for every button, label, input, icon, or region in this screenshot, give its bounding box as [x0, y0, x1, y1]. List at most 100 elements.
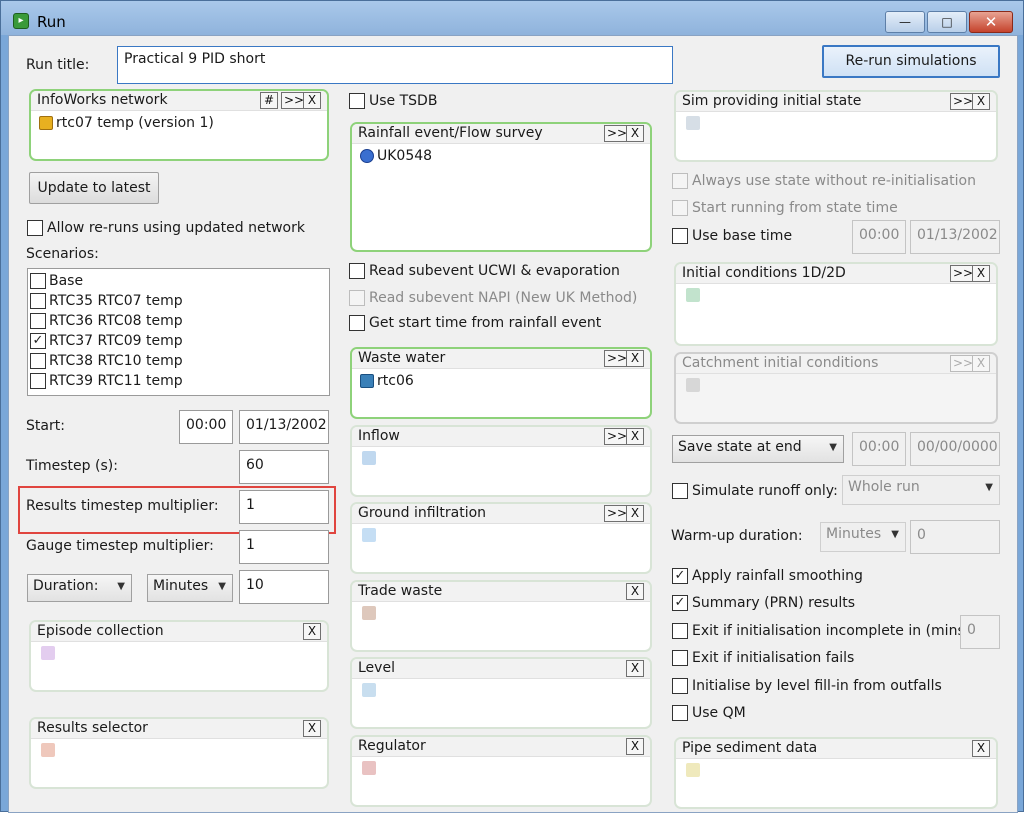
scenario-item[interactable]: RTC36 RTC08 temp [30, 311, 183, 331]
rainfall-remove-button[interactable]: X [626, 125, 644, 142]
warmup-input[interactable]: 0 [910, 520, 1000, 554]
catchment-remove-button[interactable]: X [972, 355, 990, 372]
option-checkbox[interactable]: ✓ [672, 595, 688, 611]
waste-water-item[interactable]: rtc06 [360, 373, 414, 389]
run-icon: ▸ [13, 13, 29, 29]
pipe-sediment-panel: Pipe sediment data X [674, 737, 998, 809]
minimize-button[interactable]: — [885, 11, 925, 33]
start-from-state-checkbox[interactable] [672, 200, 688, 216]
results-selector-title: Results selector [37, 720, 148, 736]
start-time-input[interactable]: 00:00 [179, 410, 233, 444]
gauge-multiplier-label: Gauge timestep multiplier: [26, 538, 214, 554]
chevron-down-icon: ▼ [985, 482, 993, 493]
simulate-runoff-select[interactable]: Whole run ▼ [842, 475, 1000, 505]
results-multiplier-label: Results timestep multiplier: [26, 498, 219, 514]
option-checkbox[interactable] [672, 623, 688, 639]
level-title: Level [358, 660, 395, 676]
results-selector-header: Results selector X [31, 719, 327, 739]
pipe-sediment-title: Pipe sediment data [682, 740, 818, 756]
waste-water-remove-button[interactable]: X [626, 350, 644, 367]
duration-type-value: Duration: [33, 578, 99, 594]
get-start-time-checkbox[interactable] [349, 315, 365, 331]
start-date-input[interactable]: 01/13/2002 [239, 410, 329, 444]
scenario-item[interactable]: RTC39 RTC11 temp [30, 371, 183, 391]
exit-incomplete-input[interactable]: 0 [960, 615, 1000, 649]
rerun-simulations-button[interactable]: Re-run simulations [822, 45, 1000, 78]
use-tsdb-label: Use TSDB [369, 93, 438, 109]
option-checkbox[interactable]: ✓ [672, 568, 688, 584]
network-item-label: rtc07 temp (version 1) [56, 115, 214, 131]
scenario-checkbox[interactable] [30, 293, 46, 309]
scenarios-label: Scenarios: [26, 246, 99, 262]
always-use-state-checkbox[interactable] [672, 173, 688, 189]
ground-infiltration-remove-button[interactable]: X [626, 505, 644, 522]
level-remove-button[interactable]: X [626, 660, 644, 677]
gauge-multiplier-input[interactable]: 1 [239, 530, 329, 564]
warmup-unit-select[interactable]: Minutes ▼ [820, 522, 906, 552]
chevron-down-icon: ▼ [117, 581, 125, 592]
save-state-time-input[interactable]: 00:00 [852, 432, 906, 466]
save-state-select[interactable]: Save state at end ▼ [672, 435, 844, 463]
scenario-item[interactable]: RTC35 RTC07 temp [30, 291, 183, 311]
sim-initial-state-header: Sim providing initial state >> X [676, 92, 996, 112]
level-panel: Level X [350, 657, 652, 729]
scenario-checkbox[interactable]: ✓ [30, 333, 46, 349]
read-napi-checkbox[interactable] [349, 290, 365, 306]
allow-reruns-checkbox[interactable] [27, 220, 43, 236]
results-selector-remove-button[interactable]: X [303, 720, 321, 737]
pipe-sediment-remove-button[interactable]: X [972, 740, 990, 757]
pipe-sediment-header: Pipe sediment data X [676, 739, 996, 759]
scenario-checkbox[interactable] [30, 353, 46, 369]
maximize-button[interactable]: □ [927, 11, 967, 33]
results-selector-panel: Results selector X [29, 717, 329, 789]
simulate-runoff-checkbox[interactable] [672, 483, 688, 499]
sim-state-remove-button[interactable]: X [972, 93, 990, 110]
initial-conditions-header: Initial conditions 1D/2D >> X [676, 264, 996, 284]
duration-input[interactable]: 10 [239, 570, 329, 604]
read-ucwi-checkbox[interactable] [349, 263, 365, 279]
run-title-input[interactable]: Practical 9 PID short [117, 46, 673, 84]
network-hash-button[interactable]: # [260, 92, 278, 109]
trade-waste-remove-button[interactable]: X [626, 583, 644, 600]
network-item[interactable]: rtc07 temp (version 1) [39, 115, 214, 131]
level-header: Level X [352, 659, 650, 679]
use-tsdb-checkbox[interactable] [349, 93, 365, 109]
scenario-checkbox[interactable] [30, 373, 46, 389]
scenario-item[interactable]: ✓ RTC37 RTC09 temp [30, 331, 183, 351]
episode-collection-panel: Episode collection X [29, 620, 329, 692]
inflow-panel: Inflow >> X [350, 425, 652, 497]
option-checkbox[interactable] [672, 705, 688, 721]
option-checkbox[interactable] [672, 650, 688, 666]
rainfall-icon [360, 149, 374, 163]
scenario-checkbox[interactable] [30, 273, 46, 289]
read-ucwi-label: Read subevent UCWI & evaporation [369, 263, 620, 279]
duration-type-select[interactable]: Duration: ▼ [27, 574, 132, 602]
regulator-remove-button[interactable]: X [626, 738, 644, 755]
base-time-input[interactable]: 00:00 [852, 220, 906, 254]
initial-conditions-remove-button[interactable]: X [972, 265, 990, 282]
update-to-latest-button[interactable]: Update to latest [29, 172, 159, 204]
start-from-state-label: Start running from state time [692, 200, 898, 216]
scenario-item[interactable]: RTC38 RTC10 temp [30, 351, 183, 371]
title-bar[interactable]: ▸ Run — □ ✕ [1, 1, 1023, 35]
duration-unit-select[interactable]: Minutes ▼ [147, 574, 233, 602]
scenarios-list[interactable]: Base RTC35 RTC07 temp RTC36 RTC08 temp ✓… [27, 268, 330, 396]
inflow-remove-button[interactable]: X [626, 428, 644, 445]
rainfall-item[interactable]: UK0548 [360, 148, 432, 164]
base-date-input[interactable]: 01/13/2002 [910, 220, 1000, 254]
use-base-time-checkbox[interactable] [672, 228, 688, 244]
initial-conditions-panel: Initial conditions 1D/2D >> X [674, 262, 998, 346]
episode-remove-button[interactable]: X [303, 623, 321, 640]
catchment-initial-header: Catchment initial conditions >> X [676, 354, 996, 374]
always-use-state-label: Always use state without re-initialisati… [692, 173, 976, 189]
network-remove-button[interactable]: X [303, 92, 321, 109]
results-multiplier-input[interactable]: 1 [239, 490, 329, 524]
save-state-date-input[interactable]: 00/00/0000 [910, 432, 1000, 466]
scenario-checkbox[interactable] [30, 313, 46, 329]
timestep-input[interactable]: 60 [239, 450, 329, 484]
option-checkbox[interactable] [672, 678, 688, 694]
close-button[interactable]: ✕ [969, 11, 1013, 33]
scenario-item[interactable]: Base [30, 271, 83, 291]
network-icon [39, 116, 53, 130]
scenario-label: Base [49, 273, 84, 289]
